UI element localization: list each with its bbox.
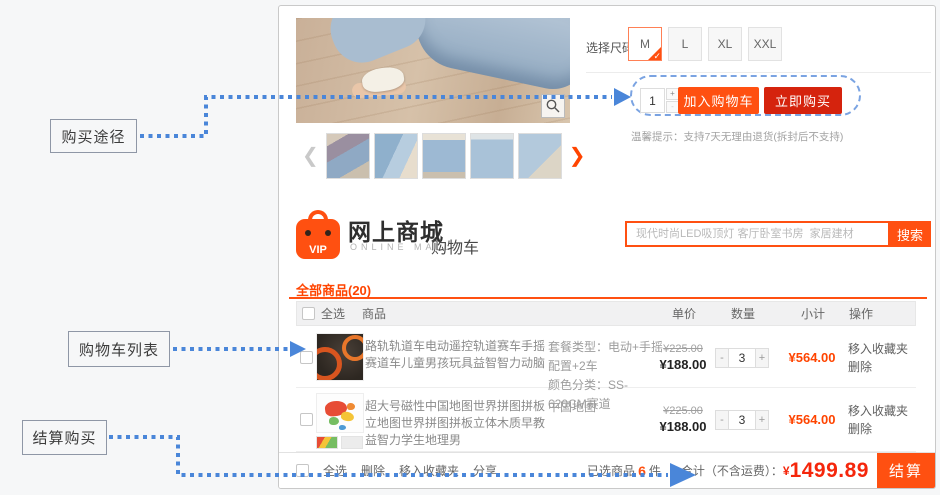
item-quantity-input[interactable] xyxy=(729,410,755,430)
extra-thumbnail[interactable] xyxy=(341,436,363,449)
footer-select-all-link[interactable]: 全选 xyxy=(323,462,347,479)
map-region xyxy=(329,417,339,425)
decrease-button[interactable]: - xyxy=(715,348,729,368)
thumbnail-carousel: ❮ ❯ xyxy=(299,133,589,179)
cart-row-1: 路轨轨道车电动遥控轨道赛车手摇赛道车儿童男孩玩具益智智力动脑 套餐类型：电动+手… xyxy=(296,328,916,388)
item-price-original: ¥225.00 xyxy=(663,343,703,355)
selected-count: 6 xyxy=(638,463,646,479)
thumbnail-3[interactable] xyxy=(422,133,466,179)
delete-link[interactable]: 删除 xyxy=(848,420,872,438)
item-checkbox[interactable] xyxy=(300,413,313,426)
item-subtotal: ¥564.00 xyxy=(789,412,836,427)
item-title[interactable]: 路轨轨道车电动遥控轨道赛车手摇赛道车儿童男孩玩具益智智力动脑 xyxy=(365,338,547,372)
column-subtotal: 小计 xyxy=(771,302,855,325)
footer-share-link[interactable]: 分享 xyxy=(473,462,497,479)
check-icon: ✓ xyxy=(653,51,661,61)
jeans-photo-shape xyxy=(408,18,570,95)
bag-handle xyxy=(308,210,328,226)
size-option-label: L xyxy=(682,37,689,51)
vip-text: VIP xyxy=(296,244,340,256)
map-region xyxy=(347,403,355,410)
item-checkbox[interactable] xyxy=(300,351,313,364)
currency-symbol: ¥ xyxy=(783,464,790,478)
track-arc xyxy=(316,347,342,381)
increase-button[interactable]: + xyxy=(755,348,769,368)
magnifier-icon xyxy=(546,99,560,113)
jeans-photo-shape xyxy=(322,18,435,72)
thumbnail-4[interactable] xyxy=(470,133,514,179)
buy-now-button[interactable]: 立即购买 xyxy=(764,87,842,114)
cart-summary: 已选商品 6 件 合计（不含运费）： ¥ 1499.89 xyxy=(587,453,869,488)
search-input[interactable] xyxy=(625,221,890,247)
prev-arrow-icon[interactable]: ❮ xyxy=(299,133,322,179)
item-subtotal: ¥564.00 xyxy=(789,350,836,365)
return-policy-tip: 温馨提示：支持7天无理由退货(拆封后不支持) xyxy=(631,129,843,144)
map-region xyxy=(339,425,346,430)
item-extra-images xyxy=(316,436,363,449)
quantity-stepper: + - xyxy=(640,88,679,113)
size-option-label: XXL xyxy=(754,37,777,51)
thumbnail-1[interactable] xyxy=(326,133,370,179)
total-label: 合计（不含运费）： xyxy=(681,462,783,479)
annotation-label: 购物车列表 xyxy=(79,339,159,360)
selected-label: 已选商品 xyxy=(587,462,635,479)
search-button[interactable]: 搜索 xyxy=(889,221,931,247)
page-title: 购物车 xyxy=(431,234,479,258)
size-options: M ✓ L XL XXL xyxy=(628,27,782,61)
annotation-checkout: 结算购买 xyxy=(22,420,107,455)
thumbnail-5[interactable] xyxy=(518,133,562,179)
annotation-label: 结算购买 xyxy=(32,427,96,448)
decrease-button[interactable]: - xyxy=(715,410,729,430)
shop-panel: ❮ ❯ 选择尺码: M ✓ L XL XXL + - 加入购物车 xyxy=(278,5,936,489)
item-price-original: ¥225.00 xyxy=(663,405,703,417)
map-region xyxy=(340,411,355,423)
tab-underline xyxy=(289,297,927,299)
extra-thumbnail[interactable] xyxy=(316,436,338,449)
section-divider xyxy=(586,72,931,73)
size-option-l[interactable]: L xyxy=(668,27,702,61)
increase-button[interactable]: + xyxy=(755,410,769,430)
column-select-all: 全选 xyxy=(321,302,345,325)
selected-unit: 件 xyxy=(649,462,661,479)
bag-dot xyxy=(305,230,311,236)
move-to-favorites-link[interactable]: 移入收藏夹 xyxy=(848,402,908,420)
column-actions: 操作 xyxy=(849,302,917,325)
cart-row-2: 超大号磁性中国地图世界拼图拼板立地图世界拼图拼板立体木质早教益智力学生地理男 中… xyxy=(296,388,916,452)
quantity-input[interactable] xyxy=(640,88,665,113)
item-image-racetrack[interactable] xyxy=(316,333,364,381)
total-amount: 1499.89 xyxy=(790,459,869,483)
thumbnail-2[interactable] xyxy=(374,133,418,179)
select-all-checkbox[interactable] xyxy=(302,307,315,320)
size-option-xxl[interactable]: XXL xyxy=(748,27,782,61)
annotation-cart-list: 购物车列表 xyxy=(68,331,170,367)
track-arc xyxy=(342,335,364,361)
move-to-favorites-link[interactable]: 移入收藏夹 xyxy=(848,340,908,358)
table-header: 全选 商品 单价 数量 小计 操作 xyxy=(296,301,916,326)
bag-dot xyxy=(325,230,331,236)
cart-footer-bar: 全选 删除 移入收藏夹 分享 已选商品 6 件 合计（不含运费）： ¥ 1499… xyxy=(279,452,935,488)
size-option-m[interactable]: M ✓ xyxy=(628,27,662,61)
footer-delete-link[interactable]: 删除 xyxy=(361,462,385,479)
item-quantity-stepper: - + xyxy=(715,348,769,368)
annotation-buy-path: 购买途径 xyxy=(50,119,137,153)
size-option-label: XL xyxy=(718,37,733,51)
checkout-button[interactable]: 结算 xyxy=(877,453,935,488)
delete-link[interactable]: 删除 xyxy=(848,358,872,376)
product-main-image[interactable] xyxy=(296,18,570,123)
footer-move-to-favorites-link[interactable]: 移入收藏夹 xyxy=(399,462,459,479)
image-zoom-button[interactable] xyxy=(541,94,565,118)
item-quantity-input[interactable] xyxy=(729,348,755,368)
item-title[interactable]: 超大号磁性中国地图世界拼图拼板立地图世界拼图拼板立体木质早教益智力学生地理男 xyxy=(365,398,547,449)
item-image-china-map[interactable] xyxy=(316,393,364,433)
size-option-xl[interactable]: XL xyxy=(708,27,742,61)
footer-select-all-checkbox[interactable] xyxy=(296,464,309,477)
annotation-label: 购买途径 xyxy=(61,126,125,147)
next-arrow-icon[interactable]: ❯ xyxy=(566,133,589,179)
vip-bag-icon: VIP xyxy=(296,219,340,259)
add-to-cart-button[interactable]: 加入购物车 xyxy=(678,87,759,114)
item-quantity-stepper: - + xyxy=(715,410,769,430)
column-product: 商品 xyxy=(362,302,386,325)
